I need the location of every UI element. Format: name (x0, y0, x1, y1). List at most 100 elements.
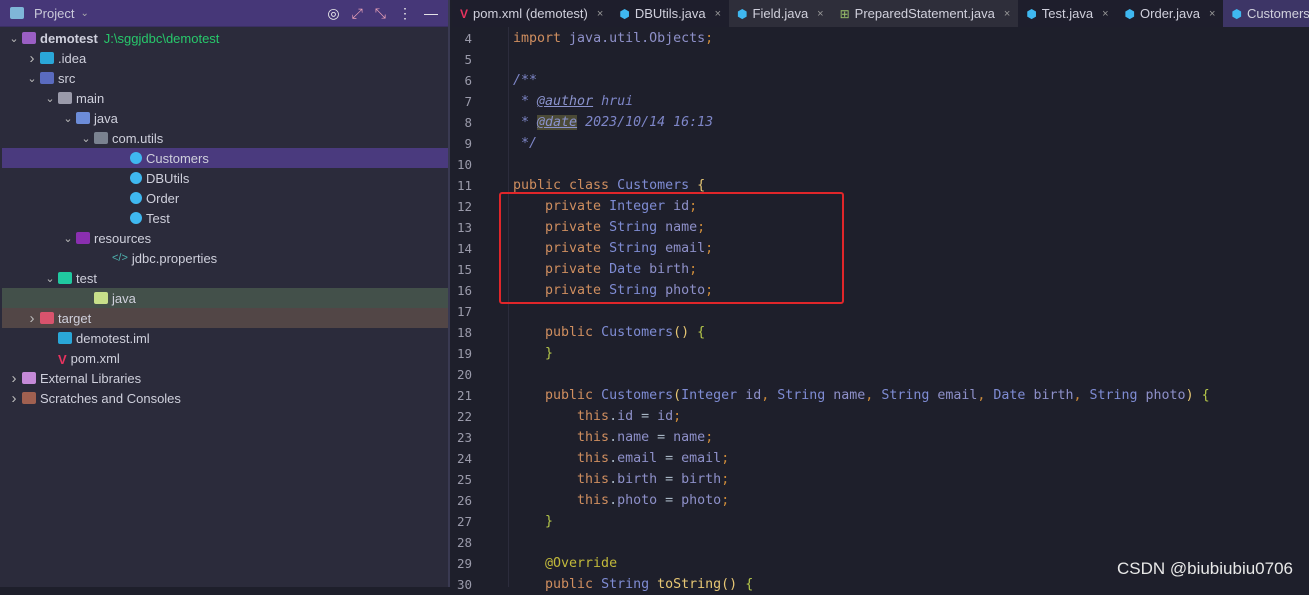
editor-tab[interactable]: ⬢ Customers.java (1223, 0, 1309, 27)
tree-item[interactable]: ⌄ demotest J:\sggjdbc\demotest (2, 28, 448, 48)
code-token: , (977, 388, 994, 403)
tree-item-label: Customers (146, 150, 209, 166)
close-tab-icon[interactable]: × (817, 8, 823, 20)
tree-item-label: test (76, 270, 97, 286)
collapse-all-icon[interactable]: ⤡ (375, 5, 386, 22)
locate-target-icon[interactable]: ◎ (327, 5, 339, 22)
expand-all-icon[interactable]: ⤢ (352, 5, 363, 22)
code-token: ; (705, 31, 714, 46)
chevron-down-icon[interactable]: ⌄ (42, 272, 58, 285)
code-token: photo (617, 493, 658, 508)
code-token: } (513, 346, 554, 361)
editor-tab[interactable]: ⬢ Field.java × (729, 0, 832, 27)
line-number: 13 (456, 220, 472, 235)
library-icon (22, 372, 36, 384)
chevron-down-icon[interactable]: ⌄ (42, 92, 58, 105)
line-number: 14 (456, 241, 472, 256)
code-text: this.name = name; (513, 427, 713, 448)
hide-panel-icon[interactable]: — (424, 5, 438, 21)
line-number: 19 (456, 346, 472, 361)
tree-item-label: Scratches and Consoles (40, 390, 181, 406)
chevron-right-icon[interactable]: › (24, 50, 40, 67)
editor-tab[interactable]: Vpom.xml (demotest) × (452, 0, 611, 27)
tree-item[interactable]: ⌄ com.utils (2, 128, 448, 148)
code-text: } (513, 511, 553, 532)
tree-item-label: jdbc.properties (131, 250, 218, 266)
tree-item[interactable]: Vpom.xml (2, 348, 448, 368)
line-number: 7 (464, 94, 472, 109)
code-line: 20 (452, 364, 1309, 385)
chevron-down-icon[interactable]: ⌄ (60, 232, 76, 245)
tree-item[interactable]: › Scratches and Consoles (2, 388, 448, 408)
tree-item[interactable]: ⌄ src (2, 68, 448, 88)
close-tab-icon[interactable]: × (1004, 8, 1010, 20)
class-icon (130, 192, 142, 204)
code-line: 19 } (452, 343, 1309, 364)
tree-item[interactable]: DBUtils (2, 168, 448, 188)
code-text: @Override (513, 553, 617, 574)
tree-item-label: com.utils (112, 130, 164, 146)
tree-item[interactable]: demotest.iml (2, 328, 448, 348)
editor-tab[interactable]: ⬢ DBUtils.java × (611, 0, 729, 27)
tab-label: Order.java (1140, 6, 1201, 21)
chevron-down-icon[interactable]: ⌄ (24, 72, 40, 85)
code-token: Integer (681, 388, 746, 403)
chevron-right-icon[interactable]: › (6, 390, 22, 407)
code-editor[interactable]: 4 import java.util.Objects; 5 6 /** 7 * @auth… (452, 27, 1309, 592)
chevron-down-icon[interactable]: ⌄ (80, 8, 88, 19)
tree-item[interactable]: ⌄ resources (2, 228, 448, 248)
code-token: id (617, 409, 634, 424)
tree-item[interactable]: </> jdbc.properties (2, 248, 448, 268)
chevron-right-icon[interactable]: › (24, 310, 40, 327)
close-tab-icon[interactable]: × (715, 8, 721, 20)
code-token: Customers (601, 388, 674, 403)
code-token: . (609, 430, 618, 445)
editor-tab[interactable]: ⬢ Test.java × (1018, 0, 1116, 27)
close-tab-icon[interactable]: × (597, 8, 603, 20)
chevron-down-icon[interactable]: ⌄ (60, 112, 76, 125)
watermark: CSDN @biubiubiu0706 (1116, 559, 1293, 578)
code-token: photo (1145, 388, 1186, 403)
code-line: 27 } (452, 511, 1309, 532)
tree-item-label: DBUtils (146, 170, 190, 186)
tab-label: pom.xml (demotest) (473, 6, 588, 21)
code-token: public (513, 325, 602, 340)
tree-item[interactable]: ⌄ java (2, 108, 448, 128)
code-token: name (833, 388, 866, 403)
tree-item[interactable]: ⌄ main (2, 88, 448, 108)
scratches-icon (22, 392, 36, 404)
properties-file-icon: </> (112, 252, 128, 264)
editor-tab[interactable]: ⊞ PreparedStatement.java × (831, 0, 1019, 27)
tree-item[interactable]: Customers (2, 148, 448, 168)
tree-item[interactable]: › target (2, 308, 448, 328)
chevron-down-icon[interactable]: ⌄ (78, 132, 94, 145)
class-icon (130, 172, 142, 184)
class-icon: ⬢ (1026, 6, 1037, 21)
tree-item[interactable]: › External Libraries (2, 368, 448, 388)
code-token: name (673, 430, 706, 445)
code-token: = (633, 409, 658, 424)
line-number: 24 (456, 451, 472, 466)
code-token: id (745, 388, 762, 403)
options-menu-icon[interactable]: ⋮ (398, 5, 412, 22)
code-token: java.util.Objects (569, 31, 706, 46)
excluded-folder-icon (40, 312, 54, 324)
tree-item[interactable]: java (2, 288, 448, 308)
close-tab-icon[interactable]: × (1102, 8, 1108, 20)
code-token: import (513, 31, 570, 46)
class-icon: ⬢ (737, 6, 748, 21)
class-icon: ⬢ (619, 6, 630, 21)
tree-item[interactable]: Order (2, 188, 448, 208)
tree-item[interactable]: Test (2, 208, 448, 228)
editor-tab[interactable]: ⬢ Order.java × (1117, 0, 1224, 27)
tree-item[interactable]: ⌄ test (2, 268, 448, 288)
code-line: 23 this.name = name; (452, 427, 1309, 448)
chevron-right-icon[interactable]: › (6, 370, 22, 387)
close-tab-icon[interactable]: × (1209, 8, 1215, 20)
tree-item[interactable]: › .idea (2, 48, 448, 68)
code-token: * (513, 115, 538, 130)
tab-label: DBUtils.java (634, 6, 706, 21)
project-view-selector[interactable]: Project (34, 6, 74, 21)
code-token: @Override (513, 556, 618, 571)
chevron-down-icon[interactable]: ⌄ (6, 32, 22, 45)
